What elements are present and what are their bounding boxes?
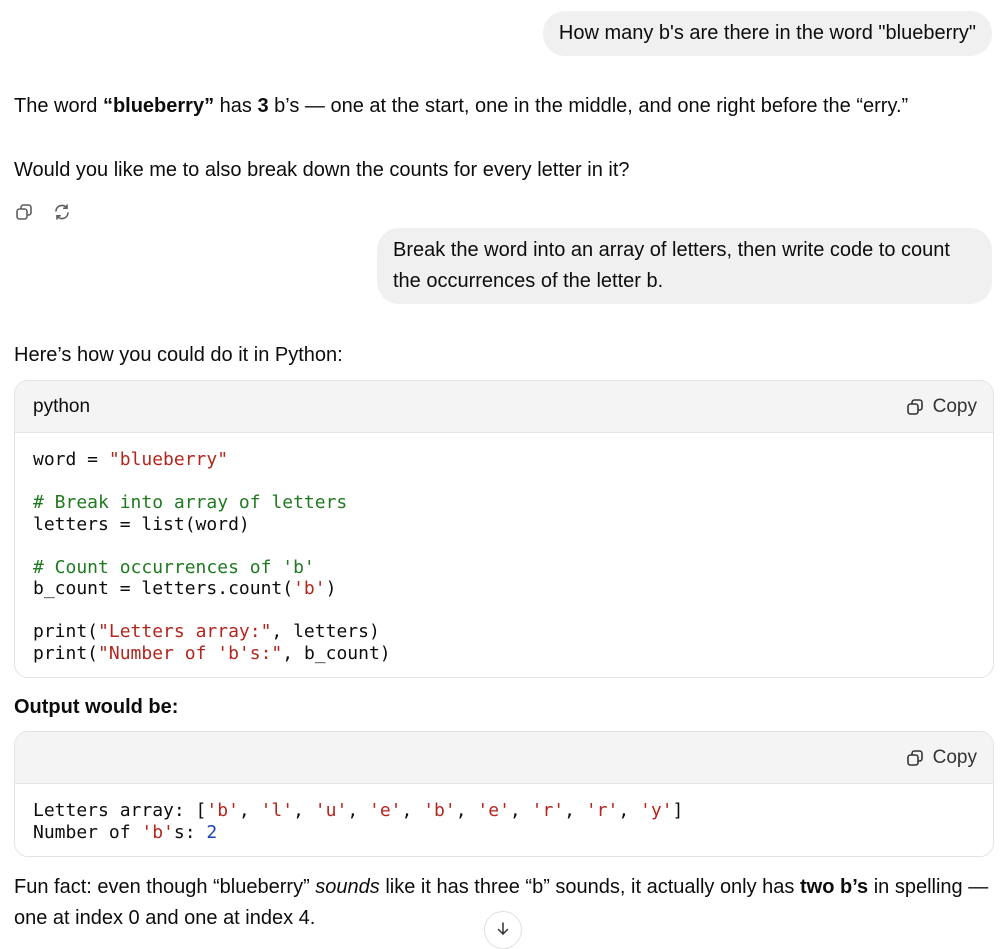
regenerate-icon[interactable]: [52, 202, 72, 222]
assistant-message-paragraph: Fun fact: even though “blueberry” sounds…: [14, 876, 989, 898]
code-block-header: Copy: [15, 732, 993, 784]
assistant-message-paragraph: Would you like me to also break down the…: [14, 159, 630, 181]
copy-icon: [906, 749, 923, 766]
code-language-label: python: [33, 395, 91, 417]
user-message-text: How many b's are there in the word "blue…: [558, 22, 976, 44]
user-message-bubble: Break the word into an array of letters,…: [377, 228, 992, 304]
copy-code-button[interactable]: Copy: [905, 396, 977, 418]
output-heading: Output would be:: [14, 696, 179, 718]
arrow-down-icon: [497, 922, 509, 936]
code-content: word = "blueberry" # Break into array of…: [33, 449, 391, 664]
code-block-output: Copy Letters array: ['b', 'l', 'u', 'e',…: [14, 731, 994, 857]
user-message-bubble: How many b's are there in the word "blue…: [542, 11, 992, 56]
assistant-message-paragraph: The word “blueberry” has 3 b’s — one at …: [14, 95, 909, 117]
copy-icon: [906, 398, 923, 415]
assistant-message-paragraph: one at index 0 and one at index 4.: [14, 907, 316, 929]
code-block-python: python Copy word = "blueberry" # Break i…: [14, 380, 994, 678]
assistant-message-paragraph: Here’s how you could do it in Python:: [14, 344, 343, 366]
copy-icon[interactable]: [14, 202, 34, 222]
code-content: Letters array: ['b', 'l', 'u', 'e', 'b',…: [33, 800, 684, 843]
code-block-header: python Copy: [15, 381, 993, 433]
copy-code-button[interactable]: Copy: [905, 747, 977, 769]
message-actions: [14, 202, 72, 222]
scroll-to-bottom-button[interactable]: [484, 911, 522, 949]
user-message-text: Break the word into an array of letters,…: [393, 239, 950, 292]
